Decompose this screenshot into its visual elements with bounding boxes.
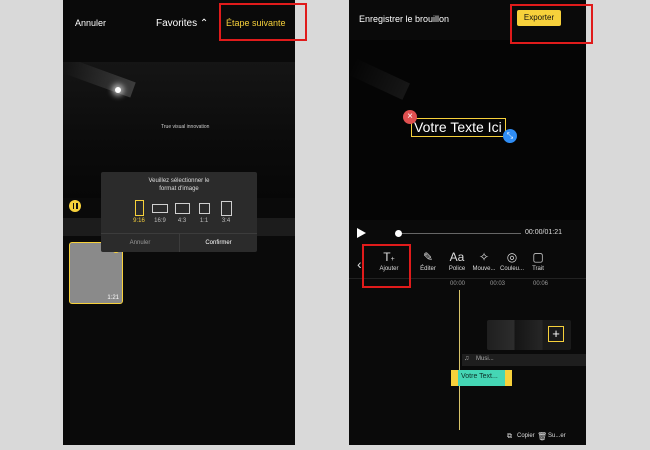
text-clip-track[interactable]: Votre Text... [451, 370, 512, 386]
tool-motion[interactable]: ✧ Mouve... [469, 250, 499, 272]
text-clip-label: Votre Text... [461, 373, 498, 380]
clip-duration: 1:21 [107, 295, 119, 301]
format-label: 3:4 [221, 218, 231, 224]
music-track[interactable]: ♫ Musi... [462, 354, 586, 366]
progress-track[interactable] [397, 233, 521, 234]
add-clip-icon[interactable]: + [548, 326, 564, 342]
landscape-frame-icon [152, 204, 168, 213]
ruler-mark: 00:03 [490, 281, 506, 287]
tool-edit[interactable]: ✎ Éditer [413, 250, 443, 272]
copy-button[interactable]: Copier [517, 433, 535, 439]
highlight-add-tool [362, 244, 411, 288]
tool-label: Mouve... [472, 266, 496, 272]
favorites-label: Favorites [156, 18, 198, 29]
dialog-title-line2: format d'image [159, 186, 199, 192]
music-note-icon: ♫ [464, 355, 470, 362]
aspect-ratio-dialog: Veuillez sélectionner le format d'image … [101, 172, 257, 252]
tool-label: Éditer [420, 266, 436, 272]
progress-handle[interactable] [395, 230, 402, 237]
dialog-cancel-button[interactable]: Annuler [101, 234, 179, 252]
cancel-button[interactable]: Annuler [75, 18, 106, 28]
light-source [115, 87, 121, 93]
right-phone-screen: Enregistrer le brouillon Exporter Votre … [349, 0, 586, 445]
tool-label: Trait [532, 266, 544, 272]
format-3-4[interactable]: 3:4 [212, 200, 240, 224]
back-chevron-icon[interactable]: ‹ [357, 256, 362, 272]
sparkle-icon: ✧ [478, 250, 490, 264]
chevron-up-icon: ⌃ [199, 18, 209, 29]
overlay-text: Votre Texte Ici [414, 119, 502, 135]
pause-button[interactable] [69, 200, 81, 212]
video-caption: True visual innovation [161, 124, 210, 130]
pencil-icon: ✎ [422, 250, 434, 264]
text-overlay-box[interactable]: Votre Texte Ici [411, 118, 506, 137]
font-icon: Aa [449, 250, 465, 264]
favorites-dropdown[interactable]: Favorites ⌃ [156, 18, 208, 29]
stroke-square-icon: ▢ [532, 250, 544, 264]
dialog-title-line1: Veuillez sélectionner le [148, 178, 210, 184]
play-icon[interactable] [357, 228, 366, 238]
ruler-mark: 00:06 [533, 281, 549, 287]
highlight-next-step [219, 3, 307, 41]
tool-font[interactable]: Aa Police [442, 250, 472, 272]
save-draft-button[interactable]: Enregistrer le brouillon [359, 14, 449, 24]
tool-stroke[interactable]: ▢ Trait [523, 250, 553, 272]
left-phone-screen: Annuler Favorites ⌃ Étape suivante True … [63, 0, 295, 445]
highlight-export [510, 4, 593, 44]
landscape-frame-icon [174, 203, 190, 214]
video-preview: Votre Texte Ici × ⤡ [349, 40, 586, 220]
portrait-frame-icon [220, 201, 232, 216]
delete-button[interactable]: Su...er [548, 433, 566, 439]
playhead[interactable] [459, 290, 460, 430]
dialog-confirm-button[interactable]: Confirmer [180, 234, 257, 252]
tool-label: Police [448, 266, 466, 272]
ruler-mark: 00:00 [450, 281, 466, 287]
music-label: Musi... [476, 356, 494, 362]
light-beam [349, 58, 410, 100]
delete-overlay-icon[interactable]: × [403, 110, 417, 124]
copy-icon[interactable]: ⧉ [507, 433, 512, 441]
trash-icon[interactable]: 🗑 [537, 432, 547, 441]
portrait-frame-icon [134, 200, 144, 216]
light-beam [64, 62, 136, 98]
square-frame-icon [198, 203, 210, 214]
time-readout: 00:00/01:21 [525, 229, 562, 236]
resize-handle-icon[interactable]: ⤡ [503, 129, 517, 143]
